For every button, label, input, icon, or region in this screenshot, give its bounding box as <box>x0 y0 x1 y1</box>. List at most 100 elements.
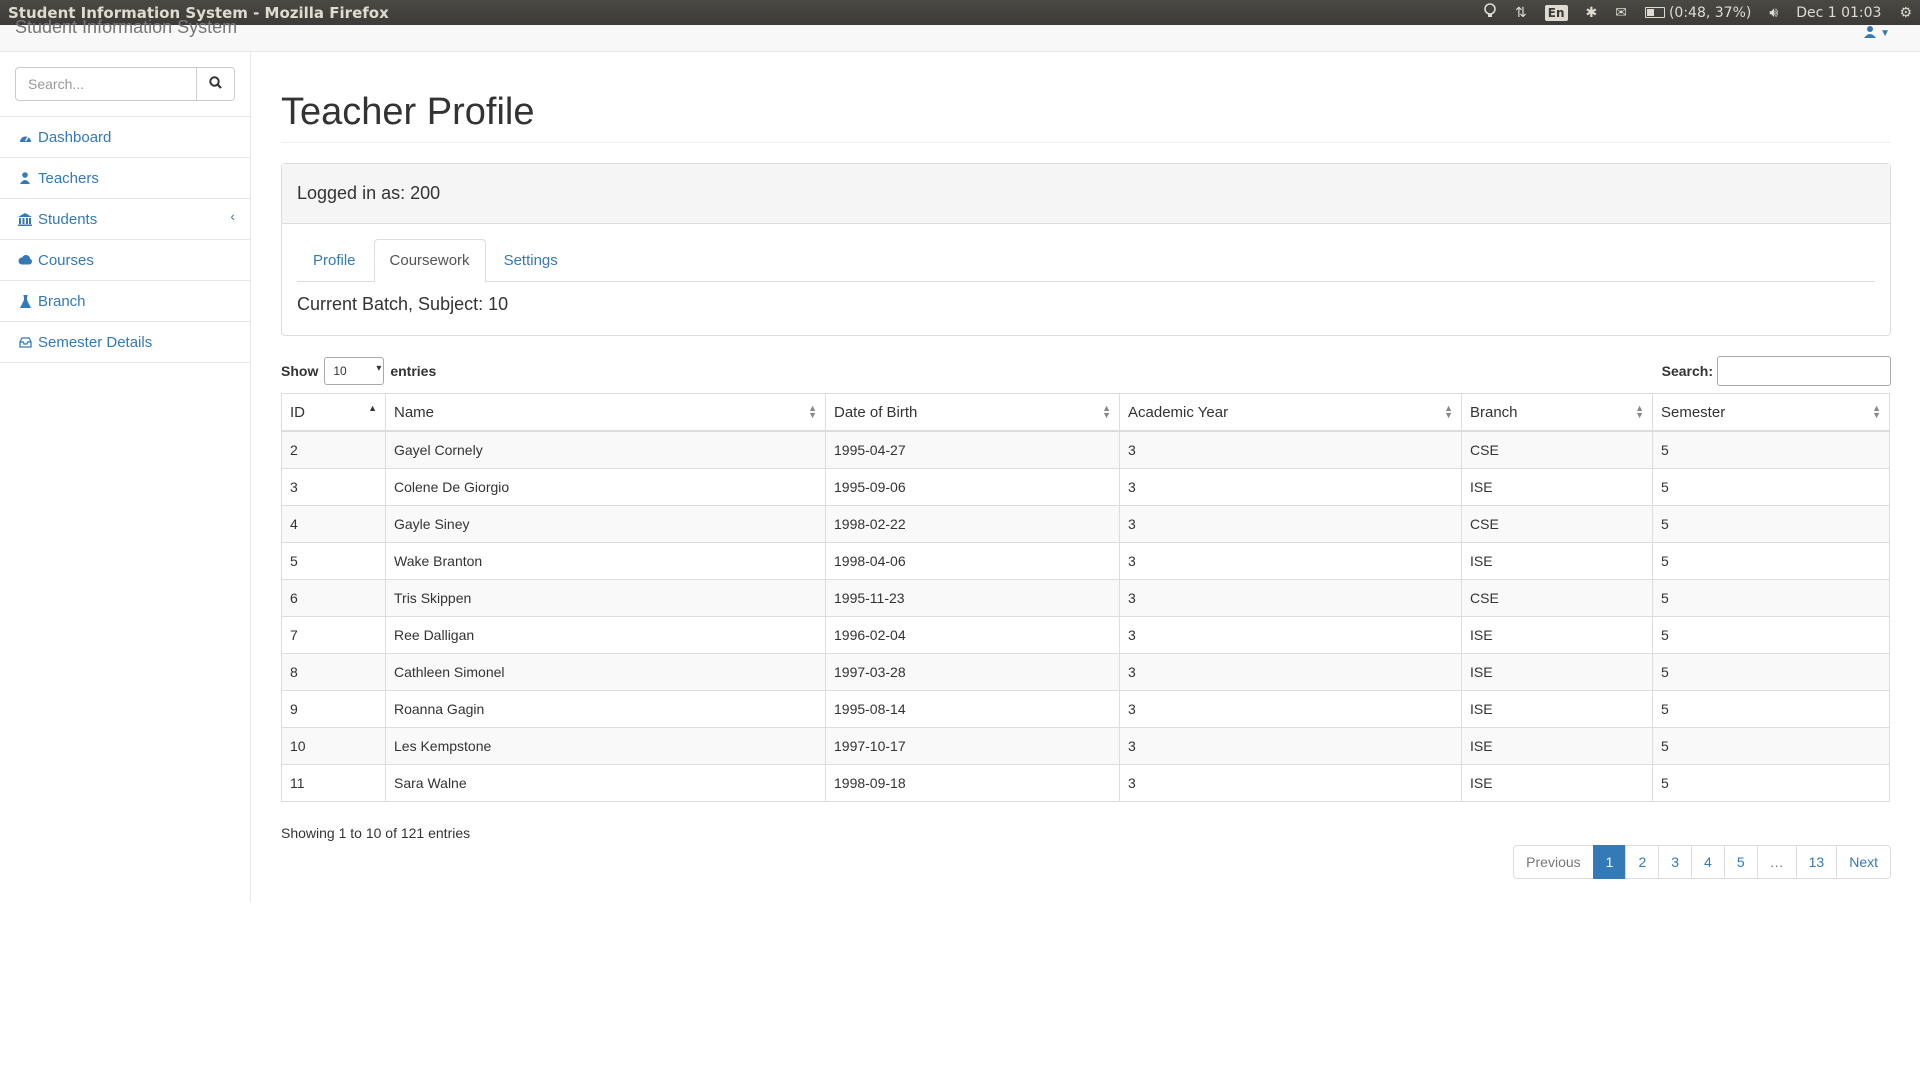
network-transfer-icon[interactable]: ⇅ <box>1515 5 1527 21</box>
entries-length-value: 10 <box>333 363 347 378</box>
cell-dob: 1995-09-06 <box>825 467 1120 506</box>
sidebar-search-button[interactable] <box>197 67 235 101</box>
gear-icon[interactable]: ⚙ <box>1899 5 1912 21</box>
cell-dob: 1997-10-17 <box>825 726 1120 765</box>
table-row[interactable]: 2 Gayel Cornely 1995-04-27 3 CSE 5 <box>281 430 1890 469</box>
cell-name: Wake Branton <box>385 541 826 580</box>
bluetooth-icon[interactable]: ✱ <box>1586 5 1598 21</box>
sidebar-item-label: Branch <box>38 292 86 310</box>
sidebar-item-label: Students <box>38 210 98 228</box>
table-row[interactable]: 8 Cathleen Simonel 1997-03-28 3 ISE 5 <box>281 652 1890 691</box>
cell-semester: 5 <box>1652 652 1890 691</box>
cell-id: 4 <box>281 504 386 543</box>
battery-indicator[interactable]: (0:48, 37%) <box>1644 4 1752 21</box>
tab-coursework[interactable]: Coursework <box>373 238 486 283</box>
column-header-academic-year[interactable]: Academic Year ▲ ▼ <box>1119 392 1462 433</box>
dashboard-icon <box>18 130 32 144</box>
pagination-next[interactable]: Next <box>1836 845 1891 879</box>
cell-academic-year: 3 <box>1119 652 1462 691</box>
cell-dob: 1998-04-06 <box>825 541 1120 580</box>
sidebar: Dashboard Teachers Students ‹ Courses Br… <box>0 52 251 902</box>
cell-academic-year: 3 <box>1119 430 1462 469</box>
cell-name: Colene De Giorgio <box>385 467 826 506</box>
chevron-left-icon: ‹ <box>230 208 235 224</box>
cell-id: 5 <box>281 541 386 580</box>
mail-icon[interactable]: ✉ <box>1615 5 1627 21</box>
table-row[interactable]: 4 Gayle Siney 1998-02-22 3 CSE 5 <box>281 504 1890 543</box>
table-row[interactable]: 6 Tris Skippen 1995-11-23 3 CSE 5 <box>281 578 1890 617</box>
pagination-previous[interactable]: Previous <box>1513 845 1594 879</box>
battery-text: (0:48, 37%) <box>1668 4 1752 21</box>
lightbulb-icon[interactable] <box>1483 2 1497 23</box>
entries-label: entries <box>390 362 437 379</box>
pagination-page-3[interactable]: 3 <box>1658 845 1693 879</box>
cell-branch: ISE <box>1461 726 1653 765</box>
table-row[interactable]: 5 Wake Branton 1998-04-06 3 ISE 5 <box>281 541 1890 580</box>
cell-branch: ISE <box>1461 763 1653 802</box>
institution-icon <box>18 212 32 226</box>
sort-both-icon: ▲ ▼ <box>1635 402 1644 420</box>
main-content: Teacher Profile Logged in as: 200 Profil… <box>281 52 1891 879</box>
keyboard-layout-indicator[interactable]: En <box>1544 4 1568 21</box>
tab-profile[interactable]: Profile <box>297 239 372 282</box>
pagination-page-5[interactable]: 5 <box>1723 845 1758 879</box>
cell-name: Les Kempstone <box>385 726 826 765</box>
table-row[interactable]: 10 Les Kempstone 1997-10-17 3 ISE 5 <box>281 726 1890 765</box>
cell-semester: 5 <box>1652 615 1890 654</box>
table-row[interactable]: 3 Colene De Giorgio 1995-09-06 3 ISE 5 <box>281 467 1890 506</box>
pagination-page-4[interactable]: 4 <box>1691 845 1725 879</box>
sidebar-item-label: Dashboard <box>38 128 112 146</box>
caret-down-icon: ▼ <box>1880 27 1890 39</box>
sidebar-search <box>0 52 250 117</box>
sidebar-item-label: Semester Details <box>38 333 153 351</box>
user-menu[interactable]: ▼ <box>1864 25 1890 41</box>
inbox-icon <box>18 335 32 349</box>
cell-branch: ISE <box>1461 689 1653 728</box>
cell-academic-year: 3 <box>1119 615 1462 654</box>
cell-semester: 5 <box>1652 467 1890 506</box>
sidebar-search-input[interactable] <box>15 67 197 101</box>
sidebar-item-courses[interactable]: Courses <box>0 240 250 281</box>
cell-dob: 1995-08-14 <box>825 689 1120 728</box>
column-header-id[interactable]: ID ▲ <box>281 392 386 433</box>
os-title-bar: Student Information System - Mozilla Fir… <box>0 0 1920 25</box>
cell-branch: ISE <box>1461 652 1653 691</box>
column-header-semester[interactable]: Semester ▲ ▼ <box>1652 392 1890 433</box>
column-header-name[interactable]: Name ▲ ▼ <box>385 392 826 433</box>
clock[interactable]: Dec 1 01:03 <box>1796 5 1881 21</box>
pagination-page-13[interactable]: 13 <box>1795 845 1838 879</box>
cell-name: Tris Skippen <box>385 578 826 617</box>
column-header-date-of-birth[interactable]: Date of Birth ▲ ▼ <box>825 392 1120 433</box>
sidebar-item-branch[interactable]: Branch <box>0 281 250 322</box>
column-header-label: Name <box>394 403 435 421</box>
sort-both-icon: ▲ ▼ <box>1102 402 1111 420</box>
top-navbar: Student Information System ▼ <box>0 17 1920 52</box>
cell-branch: CSE <box>1461 504 1653 543</box>
sidebar-item-semester-details[interactable]: Semester Details <box>0 322 250 363</box>
sidebar-item-teachers[interactable]: Teachers <box>0 158 250 199</box>
column-header-label: Academic Year <box>1128 403 1229 421</box>
flask-icon <box>18 294 32 308</box>
cell-academic-year: 3 <box>1119 578 1462 617</box>
volume-icon[interactable]: 🔊︎ <box>1769 5 1778 21</box>
brand-title[interactable]: Student Information System <box>15 17 237 38</box>
table-row[interactable]: 7 Ree Dalligan 1996-02-04 3 ISE 5 <box>281 615 1890 654</box>
show-label: Show <box>281 362 319 379</box>
pagination-page-2[interactable]: 2 <box>1625 845 1660 879</box>
table-search-input[interactable] <box>1717 355 1891 386</box>
user-icon <box>1864 25 1877 41</box>
cell-semester: 5 <box>1652 763 1890 802</box>
table-info: Showing 1 to 10 of 121 entries <box>281 824 471 841</box>
tab-settings[interactable]: Settings <box>488 239 574 282</box>
sidebar-item-students[interactable]: Students ‹ <box>0 199 250 240</box>
table-row[interactable]: 11 Sara Walne 1998-09-18 3 ISE 5 <box>281 763 1890 802</box>
table-row[interactable]: 9 Roanna Gagin 1995-08-14 3 ISE 5 <box>281 689 1890 728</box>
cell-name: Gayle Siney <box>385 504 826 543</box>
pagination-page-1[interactable]: 1 <box>1592 845 1627 879</box>
sidebar-item-dashboard[interactable]: Dashboard <box>0 117 250 158</box>
column-header-branch[interactable]: Branch ▲ ▼ <box>1461 392 1653 433</box>
entries-length-select[interactable]: 10 <box>324 356 385 385</box>
table-header-row: ID ▲ Name ▲ ▼ Date of Birth ▲ ▼ Academic Year… <box>281 392 1890 433</box>
cell-id: 8 <box>281 652 386 691</box>
table-controls: Show 10 entries Search: <box>281 355 1891 386</box>
